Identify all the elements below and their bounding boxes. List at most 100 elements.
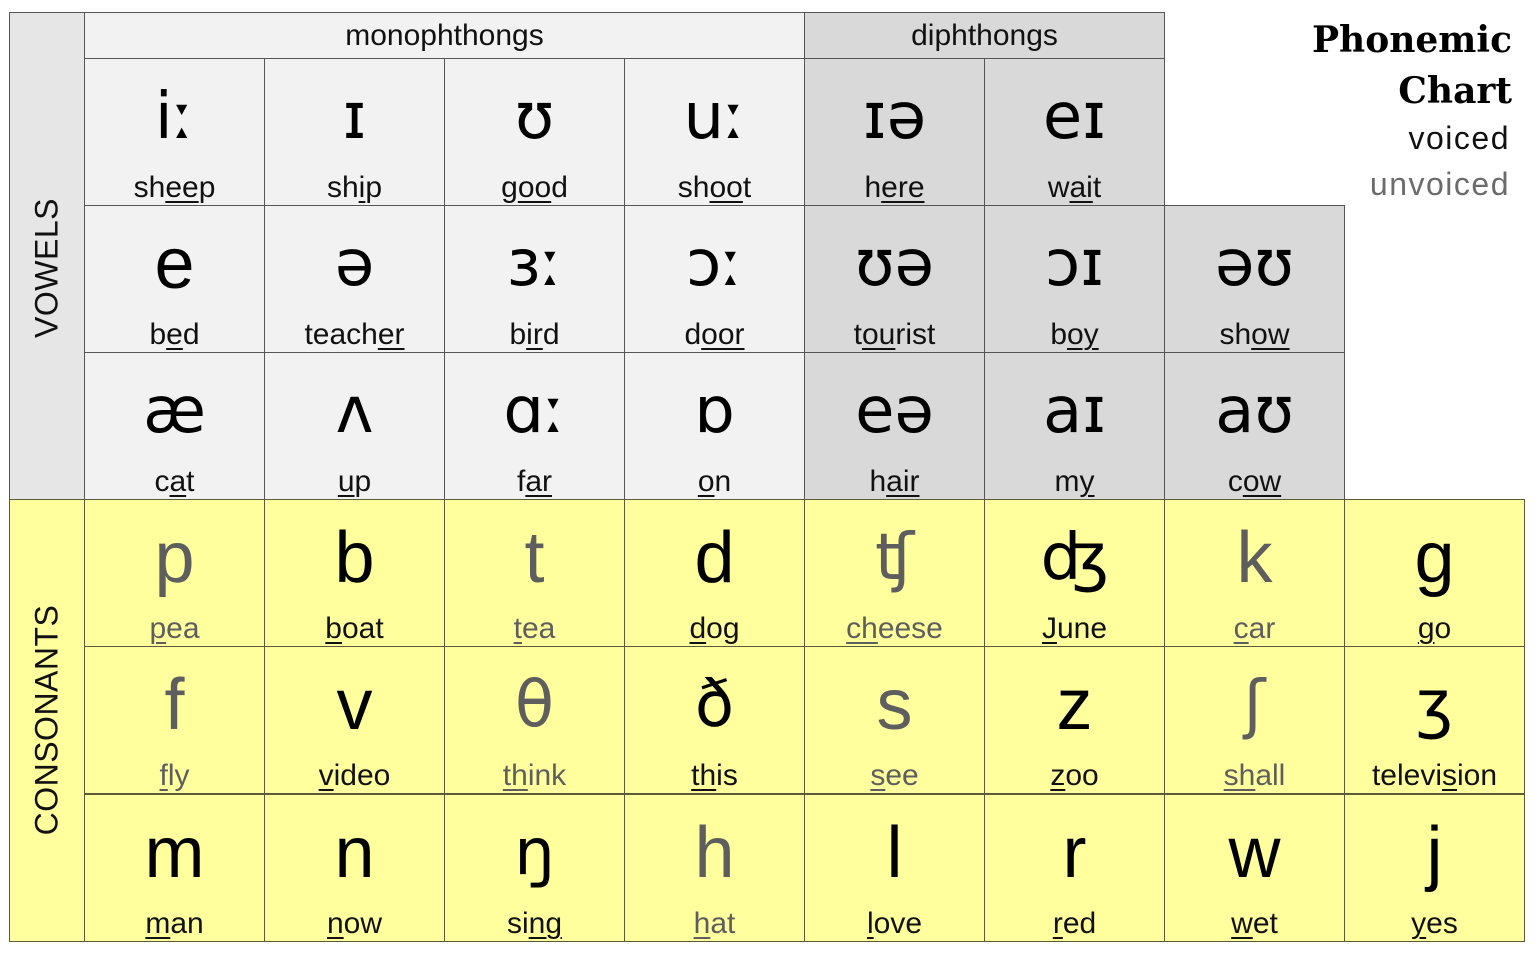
example-word-highlight: ar — [525, 465, 553, 498]
diphthong-cell: ʊə tourist — [804, 205, 985, 353]
phoneme-symbol: ɔː — [686, 227, 743, 301]
chart-title-line-2: Chart — [1398, 70, 1512, 112]
monophthong-cell: iː sheep — [84, 58, 265, 206]
example-word-highlight: th — [691, 759, 717, 792]
example-word-highlight: ir — [526, 318, 543, 351]
example-word-suffix: is — [716, 759, 738, 792]
example-word-prefix: sh — [133, 171, 166, 204]
diphthong-cell: eə hair — [804, 352, 985, 500]
example-word-prefix: b — [149, 318, 167, 351]
example-word: bed — [85, 318, 264, 352]
example-word-highlight: l — [866, 907, 874, 940]
phoneme-symbol: g — [1414, 518, 1455, 598]
voiced-consonant-cell: n now — [264, 794, 445, 942]
phoneme-symbol: j — [1426, 813, 1443, 893]
example-word-suffix: t — [186, 465, 195, 498]
phoneme-symbol: iː — [154, 80, 195, 154]
phoneme-symbol: p — [154, 518, 195, 598]
example-word: boat — [265, 612, 444, 646]
example-word: my — [985, 465, 1164, 499]
unvoiced-consonant-cell: h hat — [624, 794, 805, 942]
example-word-suffix: oat — [341, 612, 384, 645]
example-word-suffix: t — [742, 171, 752, 204]
voiced-consonant-cell: w wet — [1164, 794, 1345, 942]
example-word-highlight: oo — [517, 171, 552, 204]
example-word-suffix: es — [1426, 907, 1458, 940]
example-word: pea — [85, 612, 264, 646]
phoneme-symbol: b — [334, 518, 375, 598]
example-word-suffix: ly — [167, 759, 190, 792]
example-word-highlight: v — [318, 759, 334, 792]
example-word: sing — [445, 907, 624, 941]
phoneme-symbol: ɑː — [503, 374, 566, 448]
example-word-suffix: ink — [527, 759, 567, 792]
phoneme-symbol: z — [1056, 665, 1093, 745]
diphthong-cell: eɪ wait — [984, 58, 1165, 206]
diphthong-cell: əʊ show — [1164, 205, 1345, 353]
example-word: red — [985, 907, 1164, 941]
phoneme-symbol: e — [154, 224, 195, 304]
example-word-suffix: ar — [1248, 612, 1276, 645]
unvoiced-consonant-cell: ʧ cheese — [804, 499, 985, 647]
example-word: see — [805, 759, 984, 793]
voiced-consonant-cell: g go — [1344, 499, 1525, 647]
diphthong-cell: aɪ my — [984, 352, 1165, 500]
example-word-highlight: f — [159, 759, 168, 792]
phoneme-symbol: ə — [334, 227, 375, 301]
diphthong-cell: aʊ cow — [1164, 352, 1345, 500]
diphthong-cell: ɪə here — [804, 58, 985, 206]
example-word-highlight: d — [689, 612, 707, 645]
vowels-section-label: VOWELS — [9, 12, 85, 500]
voiced-consonant-cell: z zoo — [984, 646, 1165, 794]
example-word-prefix: b — [509, 318, 527, 351]
voiced-consonant-cell: r red — [984, 794, 1165, 942]
unvoiced-consonant-cell: p pea — [84, 499, 265, 647]
example-word: tourist — [805, 318, 984, 352]
example-word-highlight: b — [325, 612, 342, 645]
phoneme-symbol: n — [334, 813, 375, 893]
unvoiced-consonant-cell: k car — [1164, 499, 1345, 647]
example-word-prefix: sh — [677, 171, 710, 204]
monophthong-cell: uː shoot — [624, 58, 805, 206]
unvoiced-consonant-cell: t tea — [444, 499, 625, 647]
phoneme-symbol: s — [876, 665, 913, 745]
example-word-prefix: sh — [326, 171, 359, 204]
monophthong-cell: ɒ on — [624, 352, 805, 500]
example-word-highlight: y — [1079, 465, 1095, 498]
phoneme-symbol: m — [144, 813, 205, 893]
example-word: ship — [265, 171, 444, 205]
example-word-suffix: eese — [877, 612, 943, 645]
example-word-suffix: t — [1092, 171, 1102, 204]
phoneme-symbol: ɜː — [506, 227, 563, 301]
phoneme-symbol: ʊə — [855, 227, 934, 301]
phoneme-symbol: θ — [514, 668, 555, 742]
example-word: shoot — [625, 171, 804, 205]
monophthong-cell: ʊ good — [444, 58, 625, 206]
example-word: cat — [85, 465, 264, 499]
example-word: zoo — [985, 759, 1164, 793]
example-word-highlight: th — [502, 759, 528, 792]
phoneme-symbol: əʊ — [1215, 227, 1294, 301]
example-word: video — [265, 759, 444, 793]
voiced-consonant-cell: v video — [264, 646, 445, 794]
phoneme-symbol: t — [524, 518, 545, 598]
voiced-consonant-cell: b boat — [264, 499, 445, 647]
phoneme-symbol: uː — [683, 80, 746, 154]
voiced-consonant-cell: m man — [84, 794, 265, 942]
example-word-prefix: t — [853, 318, 862, 351]
example-word-highlight: sh — [1223, 759, 1256, 792]
monophthong-cell: ɪ ship — [264, 58, 445, 206]
example-word-prefix: teach — [304, 318, 378, 351]
example-word: television — [1345, 759, 1524, 793]
example-word-suffix: ideo — [333, 759, 391, 792]
example-word-suffix: p — [198, 171, 216, 204]
example-word-prefix: g — [501, 171, 518, 204]
phoneme-symbol: æ — [143, 374, 206, 448]
example-word: here — [805, 171, 984, 205]
phoneme-symbol: ʒ — [1416, 668, 1453, 742]
example-word: tea — [445, 612, 624, 646]
example-word: teacher — [265, 318, 444, 352]
example-word-suffix: og — [706, 612, 740, 645]
example-word-highlight: ow — [1242, 465, 1282, 498]
voiced-consonant-cell: ð this — [624, 646, 805, 794]
